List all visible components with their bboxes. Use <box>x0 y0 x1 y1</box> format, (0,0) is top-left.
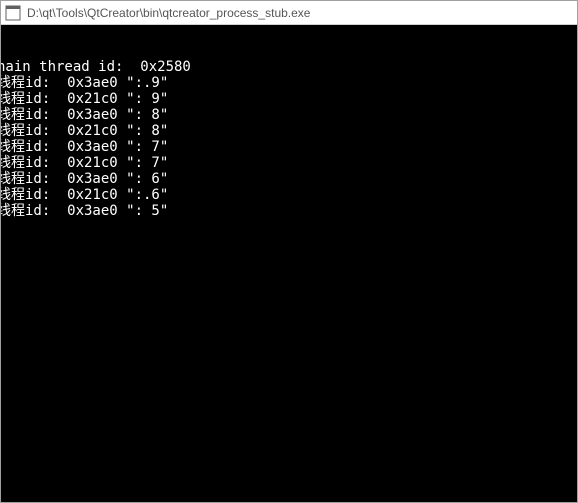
console-line: 线程id: 0x21c0 ": 9" <box>1 91 577 107</box>
console-line: 线程id: 0x3ae0 ": 5" <box>1 203 577 219</box>
console-line: 线程id: 0x21c0 ":.6" <box>1 187 577 203</box>
window-title: D:\qt\Tools\QtCreator\bin\qtcreator_proc… <box>27 6 310 20</box>
console-line: 线程id: 0x21c0 ": 7" <box>1 155 577 171</box>
app-icon <box>5 5 21 21</box>
console-output: nain thread id: 0x2580线程id: 0x3ae0 ":.9"… <box>1 25 577 502</box>
titlebar[interactable]: D:\qt\Tools\QtCreator\bin\qtcreator_proc… <box>1 1 577 25</box>
console-line: 线程id: 0x3ae0 ": 8" <box>1 107 577 123</box>
console-line: 线程id: 0x21c0 ": 8" <box>1 123 577 139</box>
console-line: 线程id: 0x3ae0 ": 7" <box>1 139 577 155</box>
console-line: nain thread id: 0x2580 <box>1 59 577 75</box>
console-window: D:\qt\Tools\QtCreator\bin\qtcreator_proc… <box>0 0 578 503</box>
console-line: 线程id: 0x3ae0 ": 6" <box>1 171 577 187</box>
console-line: 线程id: 0x3ae0 ":.9" <box>1 75 577 91</box>
